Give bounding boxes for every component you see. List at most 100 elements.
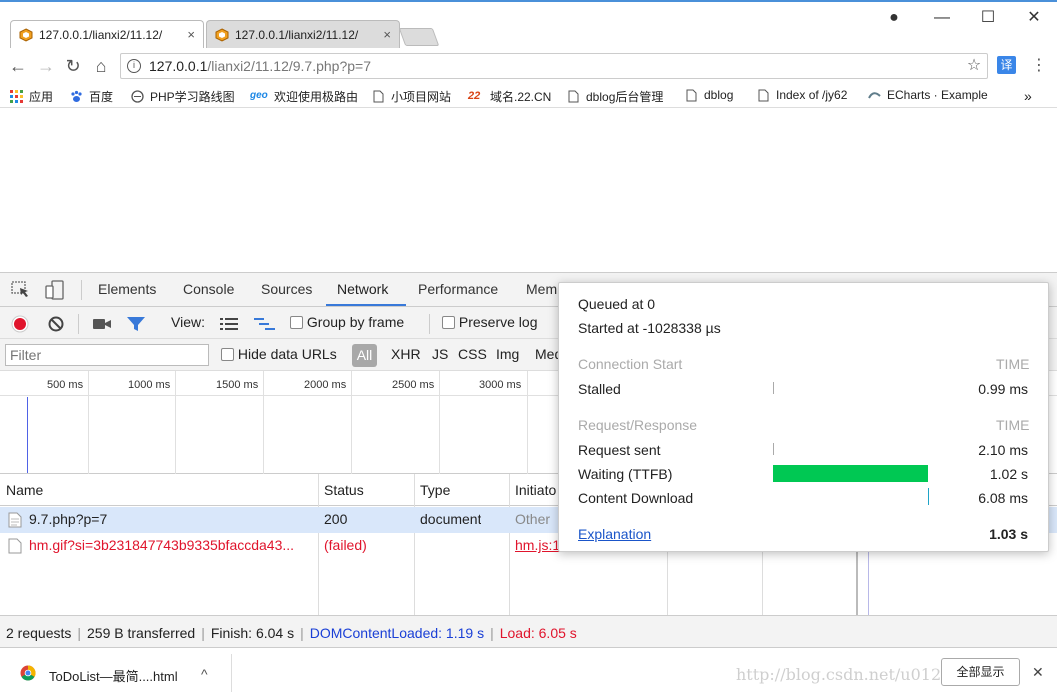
bookmark-item[interactable]: 22 域名.22.CN [468, 88, 551, 105]
explanation-link[interactable]: Explanation [578, 526, 651, 542]
type-filter-xhr[interactable]: XHR [391, 346, 421, 362]
translate-icon[interactable]: 译 [997, 56, 1016, 74]
tab-close-icon[interactable]: × [383, 27, 391, 42]
column-type[interactable]: Type [420, 482, 450, 498]
bookmark-label: 小项目网站 [391, 90, 452, 104]
group-by-frame-option[interactable]: Group by frame [290, 314, 404, 330]
address-bar[interactable]: i 127.0.0.1/lianxi2/11.12/9.7.php?p=7 [120, 53, 988, 79]
hide-data-urls-checkbox[interactable] [221, 348, 234, 361]
new-tab-button[interactable] [398, 28, 440, 46]
gridline [263, 371, 264, 474]
column-status[interactable]: Status [324, 482, 364, 498]
type-filter-all[interactable]: All [352, 344, 377, 367]
bookmark-item[interactable]: geo 欢迎使用极路由 [250, 88, 358, 105]
home-button[interactable]: ⌂ [91, 56, 111, 76]
separator: | [490, 625, 494, 641]
request-status: 200 [324, 511, 348, 527]
timeline-tick: 1000 ms [128, 379, 171, 391]
bookmark-apps[interactable]: 应用 [10, 88, 53, 105]
bookmark-label: 百度 [89, 90, 114, 104]
request-type: document [420, 511, 482, 527]
tab-close-icon[interactable]: × [187, 27, 195, 42]
watermark: http://blog.csdn.net/u012 [736, 665, 942, 684]
apps-grid-icon [10, 90, 23, 103]
screenshot-camera-icon[interactable] [92, 317, 112, 331]
tab-strip: 127.0.0.1/lianxi2/11.12/ × 127.0.0.1/lia… [0, 0, 1057, 48]
type-filter-css[interactable]: CSS [458, 346, 487, 362]
tab-performance[interactable]: Performance [418, 281, 498, 297]
filter-funnel-icon[interactable] [126, 316, 146, 332]
column-initiator[interactable]: Initiato [515, 482, 556, 498]
hide-data-urls-option[interactable]: Hide data URLs [221, 346, 337, 362]
column-name[interactable]: Name [6, 482, 43, 498]
divider [429, 314, 430, 334]
minimize-button[interactable]: — [932, 8, 952, 28]
selected-tab-indicator [326, 304, 406, 306]
bookmark-label: 欢迎使用极路由 [274, 90, 359, 104]
request-initiator-link[interactable]: hm.js:1 [515, 537, 560, 553]
close-downloads-icon[interactable]: ✕ [1032, 664, 1044, 681]
bookmark-item[interactable]: Index of /jy62 [757, 88, 847, 102]
bookmark-item[interactable]: 百度 [70, 88, 113, 105]
bookmarks-overflow-button[interactable]: » [1024, 88, 1032, 104]
group-by-frame-checkbox[interactable] [290, 316, 303, 329]
clear-icon[interactable] [47, 315, 65, 333]
page-icon [373, 90, 384, 103]
timing-popover: Queued at 0 Started at -1028338 µs Conne… [558, 282, 1049, 552]
waiting-ttfb-time: 1.02 s [989, 466, 1028, 482]
dom-content-loaded-marker [27, 397, 28, 473]
preserve-log-option[interactable]: Preserve log [442, 314, 537, 330]
record-icon[interactable] [11, 315, 29, 333]
show-all-button[interactable]: 全部显示 [941, 658, 1020, 686]
view-label: View: [171, 314, 205, 330]
time-header: TIME [996, 417, 1030, 433]
browser-menu-icon[interactable]: ⋮ [1029, 56, 1049, 76]
back-button[interactable]: ← [8, 56, 28, 76]
device-toolbar-icon[interactable] [45, 280, 65, 300]
download-filename[interactable]: ToDoList—最简....html [49, 666, 178, 685]
stalled-time: 0.99 ms [978, 381, 1028, 397]
filter-input[interactable] [5, 344, 209, 366]
preserve-log-checkbox[interactable] [442, 316, 455, 329]
waterfall-overview-icon[interactable] [253, 316, 277, 332]
request-sent-bar [773, 443, 774, 455]
forward-button[interactable]: → [36, 56, 56, 76]
tab-sources[interactable]: Sources [261, 281, 312, 297]
tab-network[interactable]: Network [337, 281, 388, 297]
bookmark-item[interactable]: ECharts · Example [868, 88, 988, 102]
reload-button[interactable]: ↻ [63, 56, 83, 76]
browser-tab-active[interactable]: 127.0.0.1/lianxi2/11.12/ × [10, 20, 204, 48]
gridline [351, 371, 352, 474]
bookmark-item[interactable]: 小项目网站 [372, 88, 451, 105]
bookmark-label: Index of /jy62 [776, 88, 848, 102]
tab-memory[interactable]: Mem [526, 281, 557, 297]
divider [78, 314, 79, 334]
bookmark-item[interactable]: dblog后台管理 [567, 88, 663, 105]
type-filter-js[interactable]: JS [432, 346, 448, 362]
large-rows-icon[interactable] [219, 316, 239, 332]
gridline [527, 371, 528, 474]
timeline-tick: 1500 ms [216, 379, 259, 391]
account-icon[interactable]: ● [884, 8, 904, 28]
site-info-icon[interactable]: i [127, 59, 141, 73]
bookmark-item[interactable]: PHP学习路线图 [131, 88, 235, 105]
tab-console[interactable]: Console [183, 281, 234, 297]
type-filter-img[interactable]: Img [496, 346, 519, 362]
bookmark-label: dblog后台管理 [586, 90, 664, 104]
waiting-ttfb-label: Waiting (TTFB) [578, 466, 673, 482]
bookmark-item[interactable]: dblog [685, 88, 733, 102]
download-options-chevron-icon[interactable]: ^ [201, 666, 208, 682]
section-request-response: Request/Response [578, 417, 698, 433]
inspect-element-icon[interactable] [11, 281, 31, 299]
request-name: hm.gif?si=3b231847743b9335bfaccda43... [29, 537, 295, 553]
tab-title: 127.0.0.1/lianxi2/11.12/ [235, 27, 359, 42]
request-sent-time: 2.10 ms [978, 442, 1028, 458]
maximize-button[interactable]: ☐ [978, 8, 998, 28]
request-initiator: Other [515, 511, 551, 527]
site-favicon-icon [215, 27, 229, 42]
divider [231, 654, 232, 692]
baidu-paw-icon [71, 90, 82, 102]
window-close-button[interactable]: ✕ [1024, 8, 1044, 28]
browser-tab-inactive[interactable]: 127.0.0.1/lianxi2/11.12/ × [206, 20, 400, 48]
tab-elements[interactable]: Elements [98, 281, 156, 297]
